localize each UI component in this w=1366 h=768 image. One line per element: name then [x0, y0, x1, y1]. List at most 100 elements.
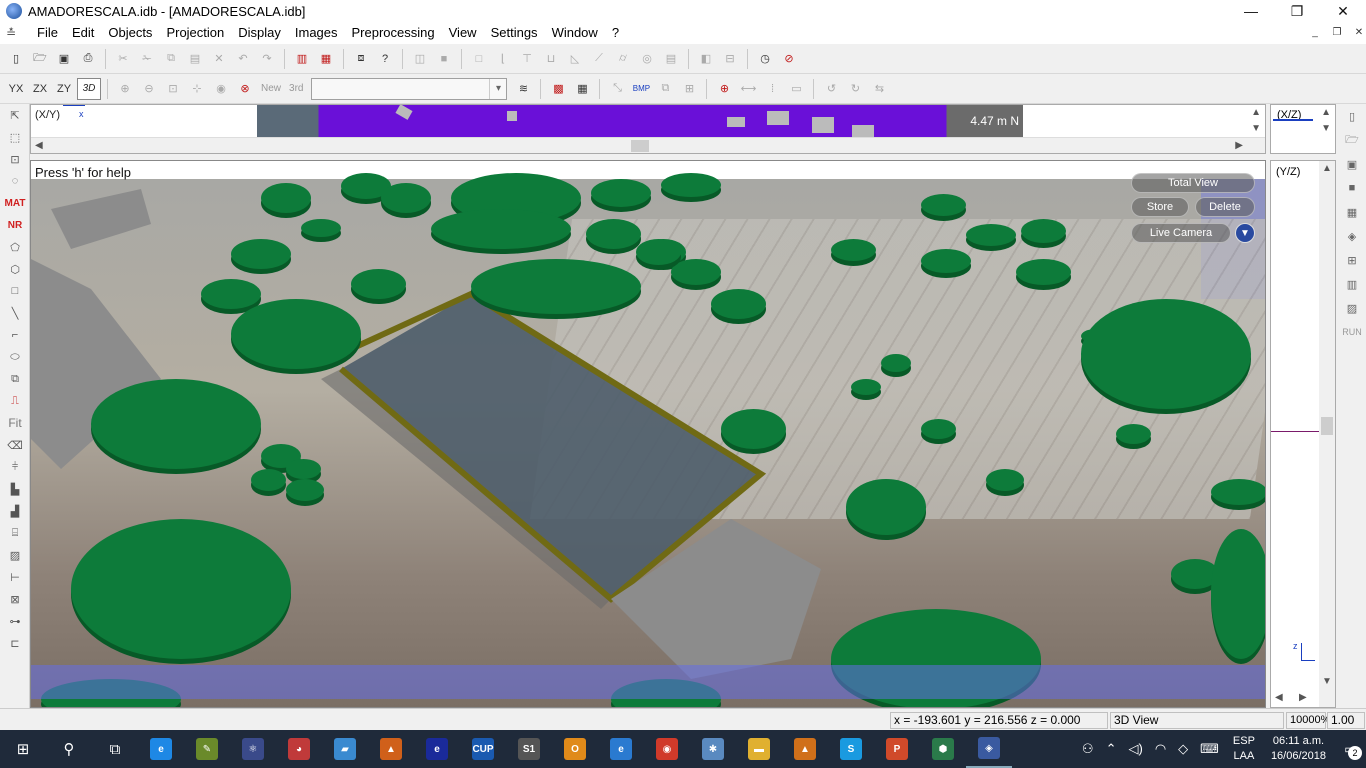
menu-preprocessing[interactable]: Preprocessing	[345, 22, 442, 44]
menu-help[interactable]: ?	[605, 22, 626, 44]
menu-display[interactable]: Display	[231, 22, 288, 44]
third-view-button[interactable]: 3rd	[286, 78, 306, 100]
taskbar-app[interactable]: ⚛	[230, 730, 276, 768]
compare-icon[interactable]: ⊟	[719, 48, 741, 70]
polygon-icon[interactable]: ⬠	[0, 236, 30, 258]
xyz-icon[interactable]: ⤡	[606, 78, 628, 100]
scroll-down-icon[interactable]: ▼	[1322, 676, 1332, 687]
taskbar-app[interactable]: S	[828, 730, 874, 768]
scroll-down-icon[interactable]: ▼	[1251, 123, 1261, 134]
save-icon[interactable]: ▣	[53, 48, 75, 70]
scroll-down-icon[interactable]: ▼	[1321, 123, 1331, 134]
store-button[interactable]: Store	[1131, 197, 1189, 217]
keyboard-icon[interactable]: ⌨	[1194, 741, 1225, 757]
taskbar-app[interactable]: ✱	[690, 730, 736, 768]
rotate-left-icon[interactable]: ↺	[820, 78, 842, 100]
measure-icon[interactable]: ⟷	[737, 78, 759, 100]
scroll-left-icon[interactable]: ◀	[1275, 692, 1283, 703]
bmp-icon[interactable]: BMP	[630, 78, 652, 100]
scroll-right-icon[interactable]: ▶	[1235, 140, 1243, 151]
nr-button[interactable]: NR	[0, 214, 30, 236]
taskbar-app[interactable]: P	[874, 730, 920, 768]
mdi-restore-button[interactable]: ❐	[1326, 22, 1348, 44]
clock-icon[interactable]: ◷	[754, 48, 776, 70]
window-split-icon[interactable]: ◫	[409, 48, 431, 70]
cylinder-icon[interactable]: ⌭	[612, 48, 634, 70]
taskbar-app[interactable]: ▲	[782, 730, 828, 768]
xy-view-panel[interactable]: (X/Y) x 4.47 m N ▲ ▼ ◀ ▶	[30, 104, 1266, 154]
map-icon[interactable]: ▨	[1338, 296, 1366, 320]
taskbar-app[interactable]: CUP	[460, 730, 506, 768]
fit-button[interactable]: Fit	[0, 412, 30, 434]
align-tool-icon[interactable]: ⫩	[0, 456, 30, 478]
dropbox-icon[interactable]: ◇	[1172, 741, 1194, 757]
zoom-out-icon[interactable]: ⊖	[138, 78, 160, 100]
image-grid-icon[interactable]: ▦	[571, 78, 593, 100]
undo-icon[interactable]: ↶	[232, 48, 254, 70]
search-icon[interactable]: ⚲	[46, 730, 92, 768]
start-button[interactable]: ⊞	[0, 730, 46, 768]
mdi-minimize-button[interactable]: _	[1304, 22, 1326, 44]
chart-tool-icon[interactable]: ▟	[0, 500, 30, 522]
image-tool-icon[interactable]: ▨	[0, 544, 30, 566]
open-icon[interactable]: 🗁	[1338, 128, 1366, 152]
save-disk-icon[interactable]: ▣	[1338, 152, 1366, 176]
menu-view[interactable]: View	[442, 22, 484, 44]
lasso-icon[interactable]: ◌	[0, 170, 30, 192]
bmp-grid-icon[interactable]: ⊞	[678, 78, 700, 100]
scroll-left-icon[interactable]: ◀	[35, 140, 43, 151]
rectangle-tool-icon[interactable]: □	[0, 280, 30, 302]
taskbar-app[interactable]: O	[552, 730, 598, 768]
axis-tool-icon[interactable]: ⊏	[0, 632, 30, 654]
xz-view-panel[interactable]: (X/Z) ▲ ▼	[1270, 104, 1336, 154]
taskbar-app[interactable]: ◕	[276, 730, 322, 768]
cut-icon[interactable]: ✂	[112, 48, 134, 70]
delete-icon[interactable]: ✕	[208, 48, 230, 70]
run-button[interactable]: RUN	[1338, 320, 1366, 344]
maximize-button[interactable]: ❐	[1274, 0, 1320, 22]
gray-block-icon[interactable]: ■	[1338, 176, 1366, 200]
view-select[interactable]	[311, 77, 508, 100]
task-view-icon[interactable]: ⧉	[92, 730, 138, 768]
u-shape-icon[interactable]: ⊔	[540, 48, 562, 70]
erase-tool-icon[interactable]: ⌫	[0, 434, 30, 456]
new-doc-icon[interactable]: ▯	[1338, 104, 1366, 128]
taskbar-app[interactable]: e	[598, 730, 644, 768]
dialog-icon[interactable]: ▦	[315, 48, 337, 70]
crane-tool-icon[interactable]: ⊢	[0, 566, 30, 588]
mat-button[interactable]: MAT	[0, 192, 30, 214]
clock[interactable]: 06:11 a.m. 16/06/2018	[1263, 734, 1334, 764]
calc-icon[interactable]: ⊞	[1338, 248, 1366, 272]
select-arrow-icon[interactable]: ⇱	[0, 104, 30, 126]
taskbar-app[interactable]: e	[138, 730, 184, 768]
scroll-thumb[interactable]	[631, 140, 649, 152]
grid-icon[interactable]: ▤	[660, 48, 682, 70]
yz-view-panel[interactable]: (Y/Z) z ▲ ▼ ◀ ▶	[1270, 160, 1336, 708]
capsule-tool-icon[interactable]: ⬭	[0, 346, 30, 368]
scroll-thumb[interactable]	[1321, 417, 1333, 435]
select-rect-icon[interactable]: ⬚	[0, 126, 30, 148]
live-camera-select[interactable]: Live Camera	[1131, 223, 1231, 243]
render-icon[interactable]: ◈	[1338, 224, 1366, 248]
mdi-system-icon[interactable]: ≛	[6, 26, 24, 40]
target-icon[interactable]: ⊕	[713, 78, 735, 100]
taskbar-app[interactable]: ⬢	[920, 730, 966, 768]
frame-tool-icon[interactable]: ⊠	[0, 588, 30, 610]
taskbar-app[interactable]: S1	[506, 730, 552, 768]
zoom-in-icon[interactable]: ⊕	[114, 78, 136, 100]
layers-icon[interactable]: ⧈	[350, 48, 372, 70]
mirror-icon[interactable]: ◧	[695, 48, 717, 70]
volume-icon[interactable]: ◁)	[1122, 741, 1148, 757]
t-shape-icon[interactable]: ⊤	[516, 48, 538, 70]
arc-tool-icon[interactable]: ⌐	[0, 324, 30, 346]
taskbar-app[interactable]: ▬	[736, 730, 782, 768]
menu-file[interactable]: File	[30, 22, 65, 44]
taskbar-app[interactable]: ◉	[644, 730, 690, 768]
menu-edit[interactable]: Edit	[65, 22, 101, 44]
sphere-icon[interactable]: ◎	[636, 48, 658, 70]
taskbar-app[interactable]: ▰	[322, 730, 368, 768]
people-icon[interactable]: ⚇	[1076, 741, 1100, 757]
window-full-icon[interactable]: ■	[433, 48, 455, 70]
menu-settings[interactable]: Settings	[484, 22, 545, 44]
scroll-up-icon[interactable]: ▲	[1251, 107, 1261, 118]
